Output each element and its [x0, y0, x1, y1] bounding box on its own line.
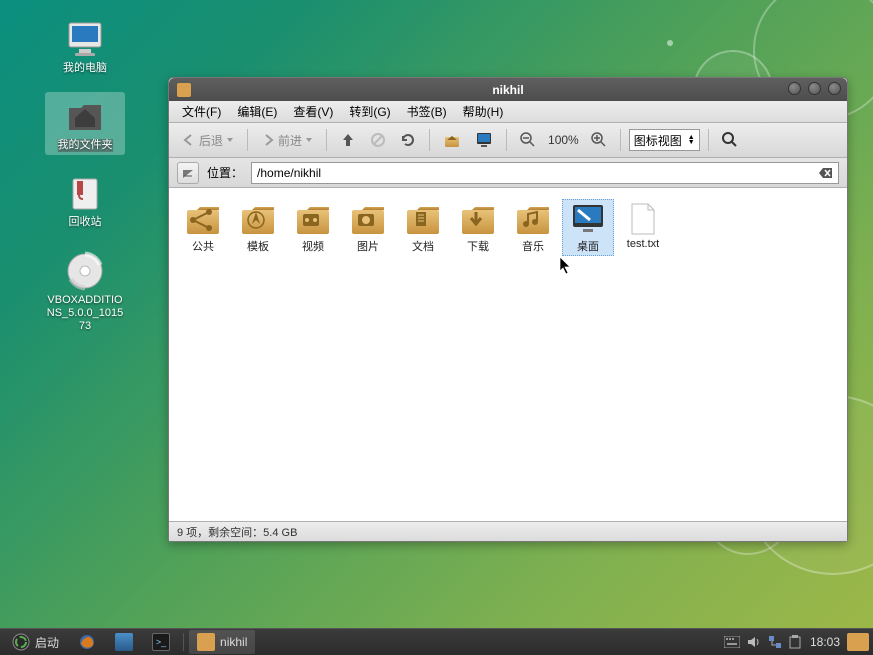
zoom-level: 100% — [545, 133, 582, 147]
desktop-icon-label: 我的电脑 — [63, 62, 107, 75]
folder-icon — [294, 201, 332, 237]
item-label: test.txt — [627, 238, 659, 250]
item-label: 桌面 — [577, 238, 599, 254]
close-button[interactable] — [828, 82, 841, 95]
file-item-desktop[interactable]: 桌面 — [562, 199, 614, 256]
file-item-downloads[interactable]: 下载 — [452, 199, 504, 256]
file-item-templates[interactable]: 模板 — [232, 199, 284, 256]
computer-button[interactable] — [470, 128, 498, 152]
folder-icon — [404, 201, 442, 237]
toolbar: 后退 前进 100% 图标视图 ▲▼ — [169, 123, 847, 158]
network-icon[interactable] — [768, 635, 782, 649]
file-item-public[interactable]: 公共 — [177, 199, 229, 256]
home-button[interactable] — [438, 128, 466, 152]
desktop-icon-cdrom[interactable]: VBOXADDITIONS_5.0.0_101573 — [45, 247, 125, 337]
menu-go[interactable]: 转到(G) — [342, 101, 397, 122]
keyboard-icon[interactable] — [724, 636, 740, 648]
home-folder-icon — [64, 95, 106, 137]
menu-help[interactable]: 帮助(H) — [456, 101, 511, 122]
location-label: 位置： — [207, 164, 243, 181]
show-desktop-button[interactable] — [847, 633, 869, 651]
file-manager-window: nikhil 文件(F) 编辑(E) 查看(V) 转到(G) 书签(B) 帮助(… — [168, 77, 848, 542]
desktop-icon-trash[interactable]: 回收站 — [45, 169, 125, 232]
system-tray — [718, 635, 807, 649]
menubar: 文件(F) 编辑(E) 查看(V) 转到(G) 书签(B) 帮助(H) — [169, 101, 847, 123]
file-item-test-txt[interactable]: test.txt — [617, 199, 669, 256]
minimize-button[interactable] — [788, 82, 801, 95]
desktop[interactable]: 我的电脑 我的文件夹 回收站 VBOXADDITIONS_5.0.0_10157… — [0, 0, 873, 655]
maximize-button[interactable] — [808, 82, 821, 95]
desktop-icon-label: VBOXADDITIONS_5.0.0_101573 — [45, 294, 125, 334]
menu-file[interactable]: 文件(F) — [175, 101, 228, 122]
folder-icon — [184, 201, 222, 237]
folder-icon — [459, 201, 497, 237]
file-icon — [624, 201, 662, 237]
up-button[interactable] — [335, 129, 361, 151]
taskbar-task-nikhil[interactable]: nikhil — [189, 630, 255, 654]
item-label: 视频 — [302, 238, 324, 254]
spinner-arrows-icon: ▲▼ — [688, 135, 695, 145]
desktop-icon — [569, 201, 607, 237]
item-label: 公共 — [192, 238, 214, 254]
desktop-icons: 我的电脑 我的文件夹 回收站 VBOXADDITIONS_5.0.0_10157… — [45, 15, 125, 336]
file-item-videos[interactable]: 视频 — [287, 199, 339, 256]
back-button[interactable]: 后退 — [177, 129, 239, 152]
menu-bookmarks[interactable]: 书签(B) — [400, 101, 454, 122]
location-toggle-button[interactable] — [177, 162, 199, 184]
taskbar: 启动 >_ nikhil 18:03 — [0, 628, 873, 655]
file-view[interactable]: 公共 模板 视频 图片 文档 下载 音乐 桌面 test.txt — [169, 188, 847, 521]
folder-icon — [349, 201, 387, 237]
item-label: 模板 — [247, 238, 269, 254]
view-mode-select[interactable]: 图标视图 ▲▼ — [629, 129, 700, 151]
titlebar[interactable]: nikhil — [169, 78, 847, 101]
desktop-icon-label: 回收站 — [69, 216, 102, 229]
search-button[interactable] — [717, 129, 743, 151]
statusbar: 9 项，剩余空间：5.4 GB — [169, 521, 847, 541]
volume-icon[interactable] — [747, 635, 761, 649]
item-label: 音乐 — [522, 238, 544, 254]
firefox-icon — [78, 633, 96, 651]
start-icon — [12, 633, 30, 651]
monitor-icon — [64, 18, 106, 60]
item-label: 文档 — [412, 238, 434, 254]
forward-button[interactable]: 前进 — [256, 129, 318, 152]
chevron-down-icon — [305, 136, 313, 144]
quicklaunch-firefox[interactable] — [70, 630, 104, 654]
menu-edit[interactable]: 编辑(E) — [230, 101, 284, 122]
item-label: 图片 — [357, 238, 379, 254]
location-input[interactable]: /home/nikhil — [251, 162, 839, 184]
file-item-pictures[interactable]: 图片 — [342, 199, 394, 256]
start-button[interactable]: 启动 — [4, 630, 67, 654]
disc-icon — [64, 250, 106, 292]
folder-icon — [514, 201, 552, 237]
file-item-documents[interactable]: 文档 — [397, 199, 449, 256]
clear-icon[interactable] — [819, 167, 833, 179]
item-label: 下载 — [467, 238, 489, 254]
quicklaunch-terminal[interactable]: >_ — [144, 630, 178, 654]
window-title: nikhil — [169, 83, 847, 97]
folder-icon — [239, 201, 277, 237]
zoom-out-button[interactable] — [515, 129, 541, 151]
location-bar: 位置： /home/nikhil — [169, 158, 847, 188]
clipboard-icon[interactable] — [789, 635, 801, 649]
file-item-music[interactable]: 音乐 — [507, 199, 559, 256]
desktop-icon-computer[interactable]: 我的电脑 — [45, 15, 125, 78]
folder-icon — [197, 633, 215, 651]
desktop-icon-home[interactable]: 我的文件夹 — [45, 92, 125, 155]
desktop-icon-label: 我的文件夹 — [58, 139, 113, 152]
stop-button[interactable] — [365, 129, 391, 151]
quicklaunch-app[interactable] — [107, 630, 141, 654]
terminal-icon: >_ — [152, 633, 170, 651]
clock[interactable]: 18:03 — [810, 635, 840, 649]
menu-view[interactable]: 查看(V) — [286, 101, 340, 122]
trash-icon — [64, 172, 106, 214]
reload-button[interactable] — [395, 129, 421, 151]
zoom-in-button[interactable] — [586, 129, 612, 151]
chevron-down-icon — [226, 136, 234, 144]
app-icon — [115, 633, 133, 651]
